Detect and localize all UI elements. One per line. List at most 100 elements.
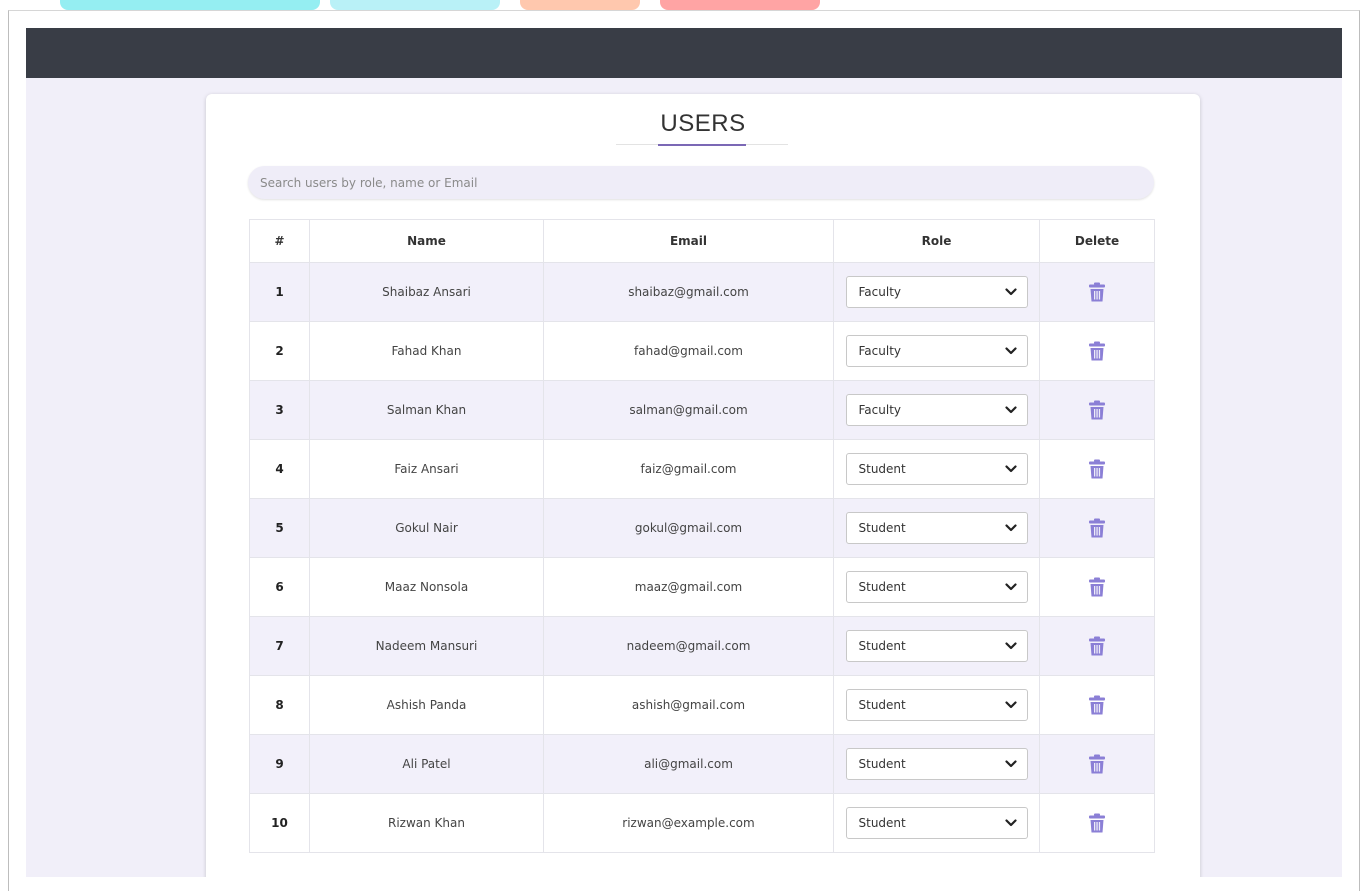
table-row: 8 Ashish Panda ashish@gmail.com Student bbox=[249, 675, 1155, 735]
delete-cell bbox=[1039, 675, 1155, 735]
delete-cell bbox=[1039, 557, 1155, 617]
user-email: ashish@gmail.com bbox=[543, 675, 834, 735]
table-row: 10 Rizwan Khan rizwan@example.com Studen… bbox=[249, 793, 1155, 853]
role-select[interactable]: Student bbox=[845, 630, 1028, 662]
user-name: Faiz Ansari bbox=[309, 439, 544, 499]
user-name: Shaibaz Ansari bbox=[309, 262, 544, 322]
chevron-down-icon bbox=[1004, 347, 1017, 355]
delete-cell bbox=[1039, 439, 1155, 499]
delete-cell bbox=[1039, 793, 1155, 853]
user-email: nadeem@gmail.com bbox=[543, 616, 834, 676]
role-cell: Student bbox=[833, 675, 1040, 735]
role-select[interactable]: Faculty bbox=[845, 394, 1028, 426]
user-email: fahad@gmail.com bbox=[543, 321, 834, 381]
user-name: Ashish Panda bbox=[309, 675, 544, 735]
trash-icon[interactable] bbox=[1088, 813, 1106, 833]
user-email: rizwan@example.com bbox=[543, 793, 834, 853]
chevron-down-icon bbox=[1004, 406, 1017, 414]
row-number: 2 bbox=[249, 321, 310, 381]
navbar bbox=[26, 28, 1342, 78]
row-number: 4 bbox=[249, 439, 310, 499]
role-cell: Student bbox=[833, 439, 1040, 499]
header-role: Role bbox=[833, 219, 1040, 263]
role-cell: Faculty bbox=[833, 380, 1040, 440]
role-select[interactable]: Student bbox=[845, 807, 1028, 839]
row-number: 3 bbox=[249, 380, 310, 440]
trash-icon[interactable] bbox=[1088, 459, 1106, 479]
trash-icon[interactable] bbox=[1088, 636, 1106, 656]
table-row: 5 Gokul Nair gokul@gmail.com Student bbox=[249, 498, 1155, 558]
trash-icon[interactable] bbox=[1088, 341, 1106, 361]
row-number: 5 bbox=[249, 498, 310, 558]
role-select-value: Faculty bbox=[858, 403, 902, 417]
search-input[interactable] bbox=[248, 166, 1154, 199]
chevron-down-icon bbox=[1004, 288, 1017, 296]
user-name: Fahad Khan bbox=[309, 321, 544, 381]
trash-icon[interactable] bbox=[1088, 577, 1106, 597]
row-number: 10 bbox=[249, 793, 310, 853]
role-cell: Student bbox=[833, 616, 1040, 676]
user-name: Ali Patel bbox=[309, 734, 544, 794]
role-select-value: Student bbox=[858, 580, 906, 594]
table-row: 3 Salman Khan salman@gmail.com Faculty bbox=[249, 380, 1155, 440]
table-row: 2 Fahad Khan fahad@gmail.com Faculty bbox=[249, 321, 1155, 381]
trash-icon[interactable] bbox=[1088, 518, 1106, 538]
role-select-value: Student bbox=[858, 462, 906, 476]
row-number: 8 bbox=[249, 675, 310, 735]
role-cell: Faculty bbox=[833, 321, 1040, 381]
role-cell: Student bbox=[833, 734, 1040, 794]
role-select[interactable]: Student bbox=[845, 571, 1028, 603]
table-header-row: # Name Email Role Delete bbox=[249, 219, 1155, 263]
table-row: 4 Faiz Ansari faiz@gmail.com Student bbox=[249, 439, 1155, 499]
role-select[interactable]: Faculty bbox=[845, 276, 1028, 308]
role-select-value: Student bbox=[858, 698, 906, 712]
role-select[interactable]: Faculty bbox=[845, 335, 1028, 367]
trash-icon[interactable] bbox=[1088, 754, 1106, 774]
user-email: maaz@gmail.com bbox=[543, 557, 834, 617]
role-cell: Faculty bbox=[833, 262, 1040, 322]
delete-cell bbox=[1039, 321, 1155, 381]
user-name: Gokul Nair bbox=[309, 498, 544, 558]
trash-icon[interactable] bbox=[1088, 400, 1106, 420]
title-underline bbox=[658, 144, 746, 146]
role-select-value: Student bbox=[858, 521, 906, 535]
delete-cell bbox=[1039, 262, 1155, 322]
role-select[interactable]: Student bbox=[845, 453, 1028, 485]
user-name: Rizwan Khan bbox=[309, 793, 544, 853]
user-email: salman@gmail.com bbox=[543, 380, 834, 440]
delete-cell bbox=[1039, 380, 1155, 440]
app-container: USERS # Name Email Role Delete bbox=[26, 28, 1342, 877]
role-select[interactable]: Student bbox=[845, 512, 1028, 544]
table-row: 7 Nadeem Mansuri nadeem@gmail.com Studen… bbox=[249, 616, 1155, 676]
row-number: 7 bbox=[249, 616, 310, 676]
chevron-down-icon bbox=[1004, 465, 1017, 473]
header-delete: Delete bbox=[1039, 219, 1155, 263]
users-card: USERS # Name Email Role Delete bbox=[206, 94, 1200, 877]
table-row: 1 Shaibaz Ansari shaibaz@gmail.com Facul… bbox=[249, 262, 1155, 322]
role-select-value: Faculty bbox=[858, 344, 902, 358]
role-cell: Student bbox=[833, 793, 1040, 853]
role-select[interactable]: Student bbox=[845, 689, 1028, 721]
chevron-down-icon bbox=[1004, 524, 1017, 532]
delete-cell bbox=[1039, 734, 1155, 794]
row-number: 1 bbox=[249, 262, 310, 322]
chevron-down-icon bbox=[1004, 583, 1017, 591]
role-select-value: Faculty bbox=[858, 285, 902, 299]
role-select[interactable]: Student bbox=[845, 748, 1028, 780]
chevron-down-icon bbox=[1004, 760, 1017, 768]
header-email: Email bbox=[543, 219, 834, 263]
trash-icon[interactable] bbox=[1088, 695, 1106, 715]
trash-icon[interactable] bbox=[1088, 282, 1106, 302]
table-row: 6 Maaz Nonsola maaz@gmail.com Student bbox=[249, 557, 1155, 617]
delete-cell bbox=[1039, 498, 1155, 558]
user-name: Maaz Nonsola bbox=[309, 557, 544, 617]
delete-cell bbox=[1039, 616, 1155, 676]
row-number: 9 bbox=[249, 734, 310, 794]
role-cell: Student bbox=[833, 498, 1040, 558]
role-cell: Student bbox=[833, 557, 1040, 617]
user-email: faiz@gmail.com bbox=[543, 439, 834, 499]
row-number: 6 bbox=[249, 557, 310, 617]
user-name: Salman Khan bbox=[309, 380, 544, 440]
chevron-down-icon bbox=[1004, 642, 1017, 650]
user-email: shaibaz@gmail.com bbox=[543, 262, 834, 322]
